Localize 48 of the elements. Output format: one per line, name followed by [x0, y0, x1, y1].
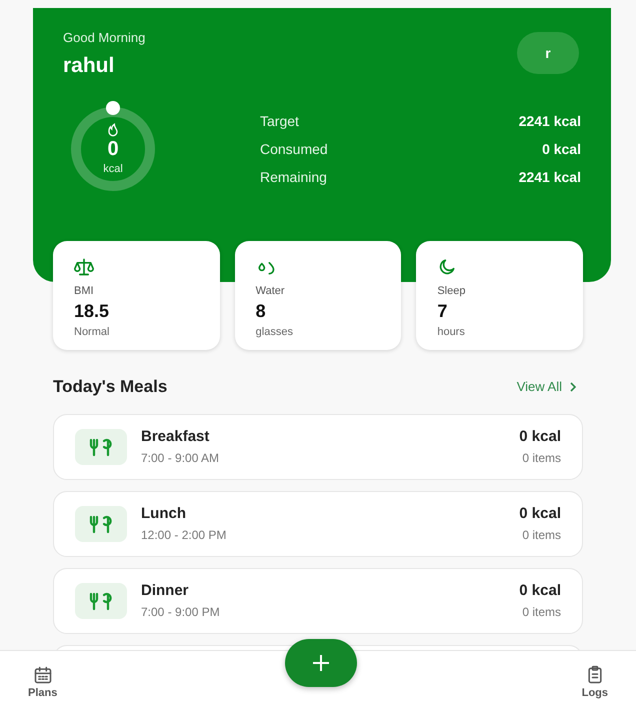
meal-item-count: 0 items	[522, 450, 561, 467]
view-all-link[interactable]: View All	[516, 377, 577, 396]
stat-label: Remaining	[260, 168, 327, 187]
scale-icon	[74, 257, 94, 277]
meal-name: Breakfast	[141, 427, 210, 448]
calendar-icon	[32, 665, 53, 686]
metric-value: 18.5	[74, 300, 110, 322]
calorie-value: 0	[107, 136, 119, 161]
metric-unit: Normal	[74, 324, 110, 340]
chevron-icon	[568, 382, 577, 392]
meal-name: Lunch	[141, 504, 187, 524]
stat-label: Target	[260, 112, 299, 131]
meal-item-count: 0 items	[522, 604, 561, 621]
stat-value: 0 kcal	[542, 140, 581, 158]
add-button[interactable]	[285, 639, 357, 687]
meal-calories: 0 kcal	[519, 427, 561, 448]
nav-tab[interactable]: Logs	[582, 665, 608, 702]
plus-icon	[312, 654, 330, 672]
meal-calories: 0 kcal	[519, 504, 561, 524]
calorie-unit: kcal	[103, 162, 123, 177]
meal-time: 7:00 - 9:00 AM	[141, 450, 220, 467]
utensils-icon	[75, 506, 127, 542]
stat-label: Consumed	[260, 140, 328, 158]
meal-time: 7:00 - 9:00 PM	[141, 604, 220, 621]
avatar[interactable]: r	[517, 32, 579, 74]
utensils-icon	[75, 582, 127, 618]
meal-item-count: 0 items	[522, 526, 561, 544]
meal-card[interactable]: Lunch 12:00 - 2:00 PM 0 kcal 0 items	[53, 490, 583, 556]
meal-name: Dinner	[141, 581, 190, 602]
metric-unit: hours	[437, 324, 465, 340]
user-name: rahul	[63, 52, 116, 78]
meal-card[interactable]: Breakfast 7:00 - 9:00 AM 0 kcal 0 items	[53, 414, 583, 480]
meal-card[interactable]: Dinner 7:00 - 9:00 PM 0 kcal 0 items	[53, 568, 583, 634]
metric-value: 7	[437, 300, 448, 322]
metric-label: Sleep	[437, 284, 466, 299]
section-title: Today's Meals	[53, 376, 168, 398]
metric-unit: glasses	[256, 324, 293, 340]
nav-tab[interactable]: Plans	[28, 665, 58, 702]
meal-calories: 0 kcal	[519, 581, 561, 602]
metric-label: Water	[256, 284, 285, 299]
greeting: Good Morning	[63, 29, 146, 47]
moon-icon	[437, 257, 458, 277]
stat-value: 2241 kcal	[518, 168, 581, 186]
utensils-icon	[75, 428, 127, 464]
meal-time: 12:00 - 2:00 PM	[141, 526, 226, 544]
metric-label: BMI	[74, 284, 94, 299]
metric-value: 8	[256, 300, 266, 322]
stat-value: 2241 kcal	[518, 112, 581, 130]
